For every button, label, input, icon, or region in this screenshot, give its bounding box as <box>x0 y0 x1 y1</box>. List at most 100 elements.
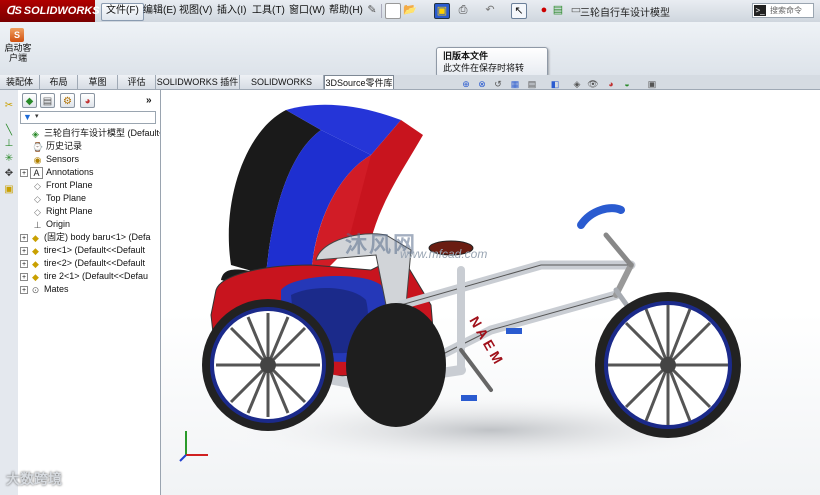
apply-scene-icon[interactable]: ◒ <box>621 78 633 90</box>
axis-triad <box>179 431 208 462</box>
tab-layout[interactable]: 布局 <box>40 75 78 89</box>
tab-sketch[interactable]: 草图 <box>78 75 118 89</box>
document-title: 三轮自行车设计模型 <box>580 8 670 19</box>
launch-client-label[interactable]: 启动客户端 <box>2 43 34 63</box>
part-icon: ◆ <box>32 245 39 256</box>
tree-item-origin[interactable]: ⊥ Origin <box>22 218 162 231</box>
dimension-icon[interactable]: ⊥ <box>3 138 15 150</box>
file-properties-icon[interactable]: ▤ <box>551 3 565 17</box>
view-settings-icon[interactable]: ▣ <box>646 78 658 90</box>
tree-item-history[interactable]: ⌚ 历史记录 <box>22 140 162 153</box>
open-folder-icon[interactable]: 📂 <box>403 3 417 17</box>
tree-item-label: Origin <box>46 219 71 229</box>
tree-filter-input[interactable] <box>20 111 156 124</box>
annotation-icon: A <box>30 166 43 179</box>
rebuild-icon[interactable]: ● <box>537 3 551 17</box>
tree-item-label: Sensors <box>46 154 80 164</box>
tree-root-assembly[interactable]: ◈ 三轮自行车设计模型 (Default<D <box>20 127 160 140</box>
edit-appearance-icon[interactable]: ◕ <box>605 78 617 90</box>
display-style-icon[interactable]: ◈ <box>571 78 583 90</box>
select-cursor-icon[interactable]: ↖ <box>511 3 527 19</box>
launch-client-icon[interactable]: S <box>10 28 24 42</box>
origin-icon: ⊥ <box>33 219 42 230</box>
save-tooltip: 旧版本文件 此文件在保存时将转换。 <box>436 47 548 85</box>
dynamic-annotation-icon[interactable]: ▤ <box>526 78 538 90</box>
menu-insert[interactable]: 插入(I) <box>213 3 250 19</box>
tab-assembly[interactable]: 装配体 <box>0 75 40 89</box>
tree-item-annotations[interactable]: + A Annotations <box>20 166 160 179</box>
rear-wheel-right <box>346 303 446 427</box>
pin-icon[interactable]: ✎ <box>365 3 379 17</box>
menu-help[interactable]: 帮助(H) <box>325 3 367 19</box>
new-document-icon[interactable] <box>385 3 401 19</box>
solidworks-logo[interactable]: ꓷS SOLIDWORKS <box>0 0 100 22</box>
tree-item-tire-2[interactable]: + ◆ tire<2> (Default<<Default <box>20 257 160 270</box>
component-icon[interactable]: ▣ <box>3 184 15 196</box>
tree-item-label: Mates <box>44 284 69 294</box>
menu-window[interactable]: 窗口(W) <box>285 3 329 19</box>
expand-icon[interactable]: + <box>20 259 28 268</box>
collapse-panel-icon[interactable]: » <box>146 95 152 106</box>
brand-label: SOLIDWORKS <box>23 5 100 17</box>
tree-item-label: tire<2> (Default<<Default <box>44 258 146 268</box>
tree-item-sensors[interactable]: ◉ Sensors <box>22 153 162 166</box>
tree-item-right-plane[interactable]: ◇ Right Plane <box>22 205 162 218</box>
smart-mate-icon[interactable]: ✂ <box>3 100 15 112</box>
hide-show-icon[interactable]: 👁 <box>587 78 599 90</box>
tree-root-label: 三轮自行车设计模型 (Default<D <box>44 128 160 138</box>
tree-item-label: tire 2<1> (Default<<Defau <box>44 271 149 281</box>
assembly-icon: ◈ <box>32 128 39 139</box>
search-label: 搜索命令 <box>770 6 802 15</box>
appearance-tab-icon[interactable]: ◕ <box>80 93 95 108</box>
expand-icon[interactable]: + <box>20 233 28 242</box>
tab-solidworks-mbd[interactable]: SOLIDWORKS MBD <box>240 75 324 101</box>
menu-tools[interactable]: 工具(T) <box>248 3 289 19</box>
feature-tree-tab-icon[interactable]: ◆ <box>22 93 37 108</box>
section-view-icon[interactable]: ▦ <box>509 78 521 90</box>
print-icon[interactable]: ⎙ <box>456 3 470 17</box>
configuration-tab-icon[interactable]: ⚙ <box>60 93 75 108</box>
menu-file[interactable]: 文件(F) <box>101 3 144 21</box>
undo-icon[interactable]: ↶ <box>483 3 497 17</box>
expand-icon[interactable]: + <box>20 272 28 281</box>
tree-item-tire2-1[interactable]: + ◆ tire 2<1> (Default<<Defau <box>20 270 160 283</box>
tree-item-top-plane[interactable]: ◇ Top Plane <box>22 192 162 205</box>
zoom-area-icon[interactable]: ⊗ <box>476 78 488 90</box>
move-icon[interactable]: ✥ <box>3 168 15 180</box>
part-icon: ◆ <box>32 271 39 282</box>
filter-dropdown-icon[interactable]: ▾ <box>35 112 39 120</box>
view-orientation-icon[interactable]: ◧ <box>549 78 561 90</box>
handlebar <box>577 204 625 229</box>
filter-icon[interactable]: ▼ <box>23 112 32 122</box>
tree-item-tire-1[interactable]: + ◆ tire<1> (Default<<Default <box>20 244 160 257</box>
history-icon: ⌚ <box>32 141 44 152</box>
search-command-icon[interactable]: >_ <box>754 5 766 16</box>
watermark-url: www.mfcad.com <box>400 247 488 261</box>
tree-item-label: Annotations <box>46 167 94 177</box>
tree-item-mates[interactable]: + ⊙ Mates <box>20 283 160 296</box>
sketch-line-icon[interactable]: ╲ <box>3 125 15 137</box>
tab-3dsource[interactable]: 3DSource零件库 <box>324 75 394 89</box>
corner-watermark: 大数跨境 <box>6 471 62 487</box>
property-manager-tab-icon[interactable]: ▤ <box>40 93 55 108</box>
zoom-to-fit-icon[interactable]: ⊕ <box>460 78 472 90</box>
left-tool-strip <box>0 90 19 495</box>
tree-item-front-plane[interactable]: ◇ Front Plane <box>22 179 162 192</box>
tree-item-label: (固定) body baru<1> (Defa <box>44 232 151 242</box>
tooltip-title: 旧版本文件 <box>443 51 489 61</box>
tab-solidworks-addins[interactable]: SOLIDWORKS 插件 <box>156 75 240 89</box>
spark-icon[interactable]: ✳ <box>3 153 15 165</box>
tree-item-label: 历史记录 <box>46 141 83 151</box>
previous-view-icon[interactable]: ↺ <box>492 78 504 90</box>
expand-icon[interactable]: + <box>20 285 28 294</box>
tricycle-model[interactable]: N A E M <box>161 90 820 495</box>
tab-evaluate[interactable]: 评估 <box>118 75 156 89</box>
save-icon[interactable]: ▣ <box>434 3 450 19</box>
tree-item-label: Front Plane <box>46 180 93 190</box>
tree-item-body-baru[interactable]: + ◆ (固定) body baru<1> (Defa <box>20 231 160 244</box>
menu-view[interactable]: 视图(V) <box>175 3 216 19</box>
sensor-icon: ◉ <box>33 154 42 165</box>
expand-icon[interactable]: + <box>20 246 28 255</box>
pedal-icon <box>506 328 522 334</box>
expand-icon[interactable]: + <box>20 168 28 177</box>
